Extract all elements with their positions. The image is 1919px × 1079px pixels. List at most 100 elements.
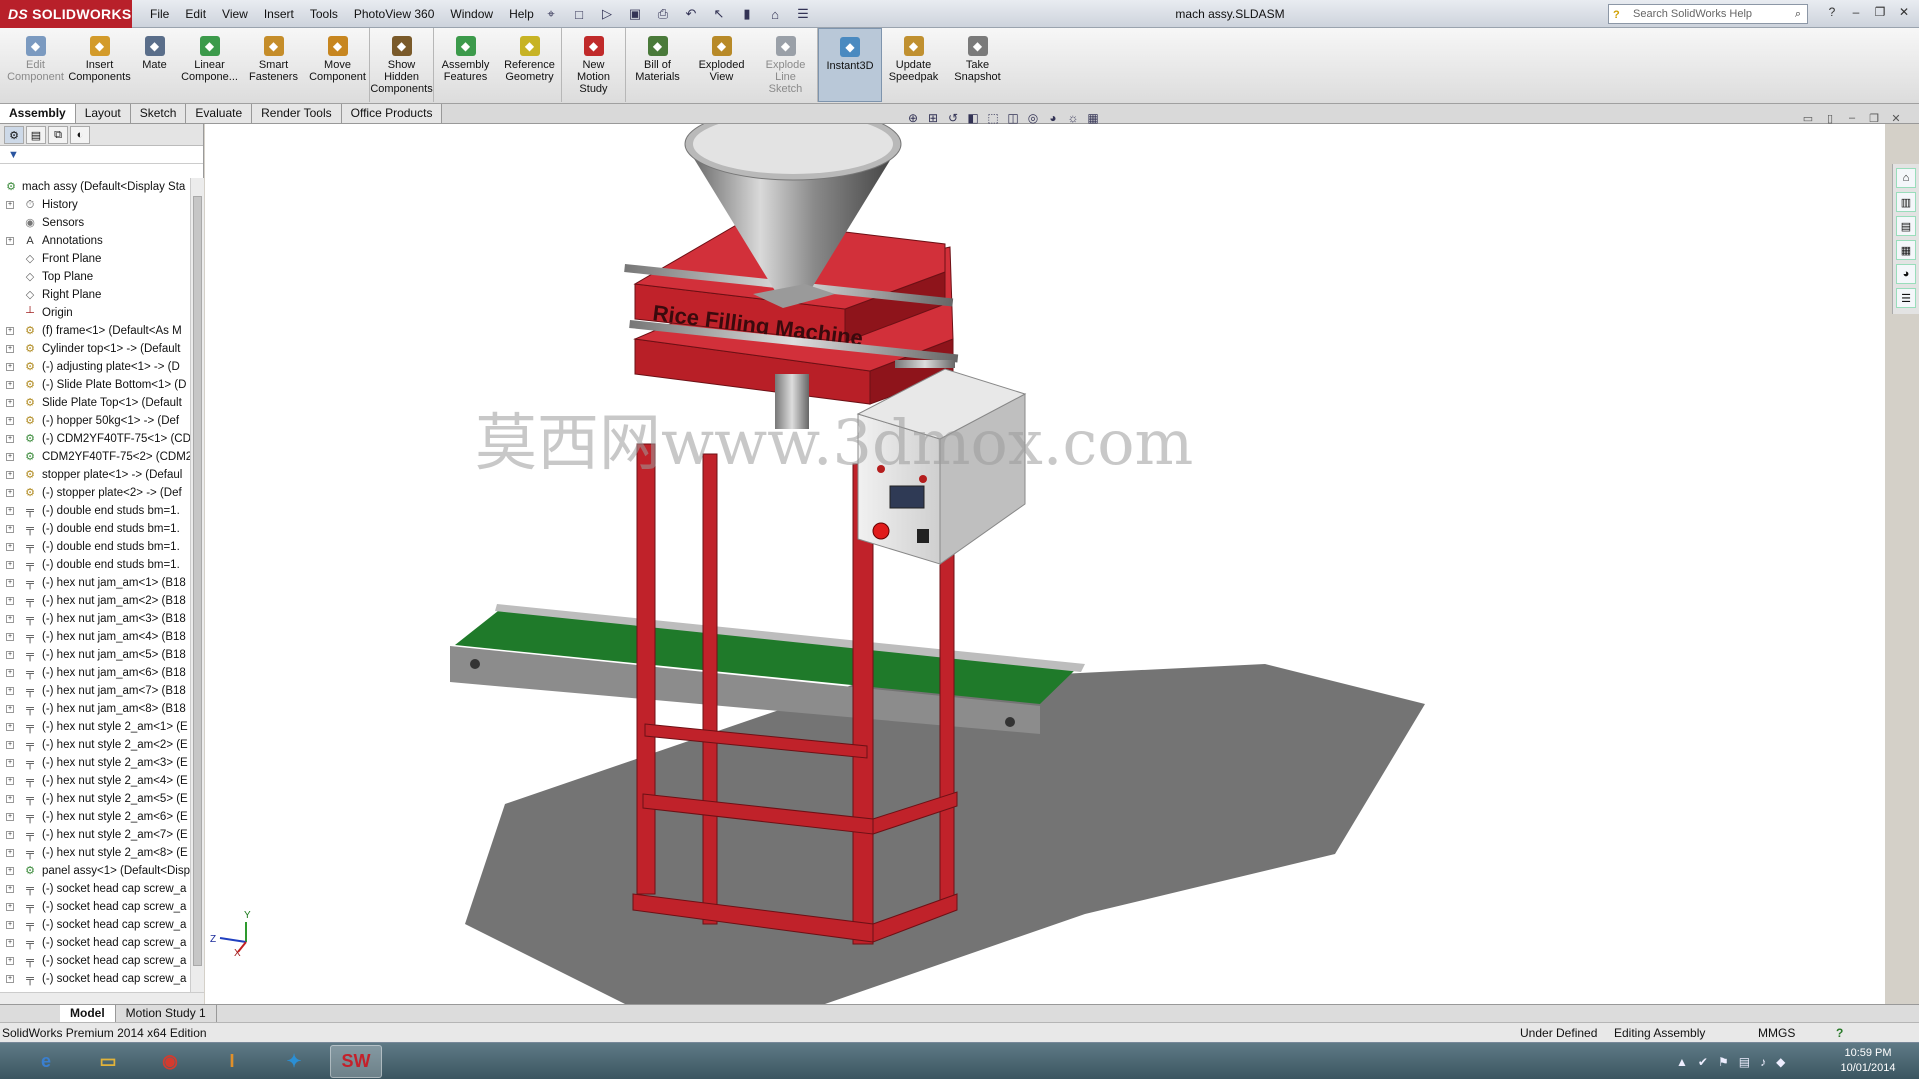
command-assembly-features-button[interactable]: ◆ Assembly Features	[434, 28, 498, 102]
tree-item[interactable]: + ╤ (-) hex nut style 2_am<7> (E	[0, 826, 190, 844]
command-instant3d-button[interactable]: ◆ Instant3D	[818, 28, 882, 102]
tree-item[interactable]: + ╤ (-) socket head cap screw_a	[0, 952, 190, 970]
tree-item[interactable]: + ╤ (-) socket head cap screw_a	[0, 880, 190, 898]
tray-network-icon[interactable]: ▤	[1739, 1055, 1750, 1069]
expand-icon[interactable]: +	[6, 975, 14, 983]
assembly-model[interactable]: Rice Filling Machine 莫西网www.3dmox.com	[205, 124, 1885, 1004]
tree-item[interactable]: + ╤ (-) hex nut jam_am<1> (B18	[0, 574, 190, 592]
expand-icon[interactable]: +	[6, 831, 14, 839]
tree-item[interactable]: + ⚙ (-) Slide Plate Bottom<1> (D	[0, 376, 190, 394]
command-mate-button[interactable]: ◆ Mate	[132, 28, 178, 102]
save-icon[interactable]: ▣	[624, 4, 646, 24]
hide-show-items-icon[interactable]: ◎	[1025, 110, 1041, 126]
tree-item[interactable]: + ╤ (-) socket head cap screw_a	[0, 934, 190, 952]
tree-item[interactable]: + ╤ (-) hex nut style 2_am<3> (E	[0, 754, 190, 772]
expand-icon[interactable]: +	[6, 813, 14, 821]
expand-icon[interactable]: +	[6, 651, 14, 659]
expand-icon[interactable]: +	[6, 435, 14, 443]
menu-window[interactable]: Window	[442, 0, 501, 28]
expand-icon[interactable]: +	[6, 723, 14, 731]
tree-item[interactable]: + ⚙ (-) stopper plate<2> -> (Def	[0, 484, 190, 502]
command-insert-components-button[interactable]: ◆ Insert Components	[68, 28, 132, 102]
command-edit-component-button[interactable]: ◆ Edit Component	[4, 28, 68, 102]
command-linear-pattern-button[interactable]: ◆ Linear Compone...	[178, 28, 242, 102]
expand-icon[interactable]: +	[6, 705, 14, 713]
menu-file[interactable]: File	[142, 0, 177, 28]
tree-item[interactable]: + ╤ (-) hex nut style 2_am<5> (E	[0, 790, 190, 808]
file-explorer-icon[interactable]: ▤	[1896, 216, 1916, 236]
feature-tree-tab-icon[interactable]: ⚙	[4, 126, 24, 144]
expand-icon[interactable]: +	[6, 921, 14, 929]
tile-horizontal-icon[interactable]: ▭	[1800, 112, 1816, 126]
tree-item[interactable]: + A Annotations	[0, 232, 190, 250]
tree-item[interactable]: ┴ Origin	[0, 304, 190, 322]
tree-root-assembly[interactable]: ⚙ mach assy (Default<Display Sta	[0, 178, 190, 196]
command-explode-line-button[interactable]: ◆ Explode Line Sketch	[754, 28, 818, 102]
expand-icon[interactable]: +	[6, 381, 14, 389]
select-icon[interactable]: ↖	[708, 4, 730, 24]
tree-item[interactable]: + ╤ (-) hex nut jam_am<2> (B18	[0, 592, 190, 610]
menu-insert[interactable]: Insert	[256, 0, 302, 28]
tree-item[interactable]: ◇ Right Plane	[0, 286, 190, 304]
tree-item[interactable]: + ⚙ (f) frame<1> (Default<As M	[0, 322, 190, 340]
previous-view-icon[interactable]: ↺	[945, 110, 961, 126]
clock[interactable]: 10:59 PM 10/01/2014	[1830, 1046, 1906, 1076]
expand-icon[interactable]: +	[6, 885, 14, 893]
tree-item[interactable]: + ╤ (-) double end studs bm=1.	[0, 538, 190, 556]
tree-item[interactable]: + ╤ (-) double end studs bm=1.	[0, 556, 190, 574]
viewport-close-icon[interactable]: ✕	[1888, 112, 1904, 126]
view-orientation-icon[interactable]: ⬚	[985, 110, 1001, 126]
menu-view[interactable]: View	[214, 0, 256, 28]
tree-item[interactable]: + ╤ (-) hex nut style 2_am<4> (E	[0, 772, 190, 790]
tray-security-icon[interactable]: ✔	[1698, 1055, 1708, 1069]
pin-icon[interactable]: ⌖	[540, 4, 562, 24]
expand-icon[interactable]: +	[6, 525, 14, 533]
expand-icon[interactable]: +	[6, 543, 14, 551]
tree-item[interactable]: + ╤ (-) double end studs bm=1.	[0, 502, 190, 520]
expand-icon[interactable]: +	[6, 597, 14, 605]
display-manager-tab-icon[interactable]: ◐	[70, 126, 90, 144]
expand-icon[interactable]: +	[6, 201, 14, 209]
command-bom-button[interactable]: ◆ Bill of Materials	[626, 28, 690, 102]
expand-icon[interactable]: +	[6, 327, 14, 335]
taskbar-media-icon[interactable]: ✦	[268, 1045, 320, 1078]
tile-vertical-icon[interactable]: ▯	[1822, 112, 1838, 126]
command-speedpak-button[interactable]: ◆ Update Speedpak	[882, 28, 946, 102]
expand-icon[interactable]: +	[6, 633, 14, 641]
tree-item[interactable]: + ╤ (-) hex nut jam_am<7> (B18	[0, 682, 190, 700]
menu-edit[interactable]: Edit	[177, 0, 214, 28]
tree-item[interactable]: + ⚙ CDM2YF40TF-75<2> (CDM2	[0, 448, 190, 466]
options-icon[interactable]: ☰	[792, 4, 814, 24]
expand-icon[interactable]: +	[6, 687, 14, 695]
tree-item[interactable]: + ╤ (-) hex nut style 2_am<2> (E	[0, 736, 190, 754]
edit-appearance-icon[interactable]: ◕	[1045, 110, 1061, 126]
scrollbar-thumb[interactable]	[193, 196, 202, 966]
viewport-restore-icon[interactable]: ❐	[1866, 112, 1882, 126]
tree-item[interactable]: + ╤ (-) double end studs bm=1.	[0, 520, 190, 538]
expand-icon[interactable]: +	[6, 417, 14, 425]
expand-icon[interactable]: +	[6, 867, 14, 875]
expand-icon[interactable]: +	[6, 507, 14, 515]
tree-item[interactable]: + ⚙ (-) hopper 50kg<1> -> (Def	[0, 412, 190, 430]
menu-help[interactable]: Help	[501, 0, 542, 28]
tree-horizontal-scrollbar[interactable]	[0, 992, 204, 1004]
tree-item[interactable]: + ⚙ (-) adjusting plate<1> -> (D	[0, 358, 190, 376]
tree-item[interactable]: + ⚙ panel assy<1> (Default<Disp	[0, 862, 190, 880]
tray-expand-icon[interactable]: ▲	[1676, 1055, 1688, 1069]
search-icon[interactable]: ⌕	[1795, 5, 1801, 23]
expand-icon[interactable]: +	[6, 399, 14, 407]
taskbar-chrome-icon[interactable]: ◉	[144, 1045, 196, 1078]
tree-item[interactable]: + ⚙ Cylinder top<1> -> (Default	[0, 340, 190, 358]
expand-icon[interactable]: +	[6, 669, 14, 677]
open-icon[interactable]: ▷	[596, 4, 618, 24]
help-search-input[interactable]: ? Search SolidWorks Help ⌕	[1608, 4, 1808, 24]
taskbar-inventor-icon[interactable]: I	[206, 1045, 258, 1078]
expand-icon[interactable]: +	[6, 453, 14, 461]
expand-icon[interactable]: +	[6, 849, 14, 857]
filter-icon[interactable]: ▼	[0, 146, 203, 164]
tab-sketch[interactable]: Sketch	[130, 104, 187, 123]
expand-icon[interactable]: +	[6, 579, 14, 587]
display-style-icon[interactable]: ◫	[1005, 110, 1021, 126]
tree-item[interactable]: + ⚙ Slide Plate Top<1> (Default	[0, 394, 190, 412]
zoom-to-area-icon[interactable]: ⊞	[925, 110, 941, 126]
